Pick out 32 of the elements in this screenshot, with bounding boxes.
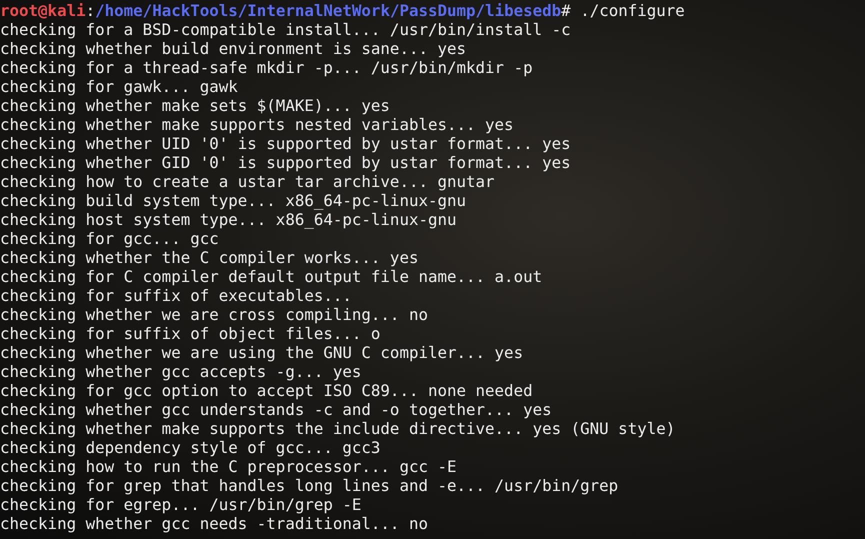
output-line: checking build system type... x86_64-pc-linux-gnu: [0, 191, 466, 210]
output-line: checking for gawk... gawk: [0, 77, 238, 96]
output-line: checking whether make sets $(MAKE)... yes: [0, 96, 390, 115]
prompt-user: root@kali: [0, 1, 86, 20]
output-line: checking for egrep... /usr/bin/grep -E: [0, 495, 362, 514]
output-line: checking for a thread-safe mkdir -p... /usr/bin/mkdir -p: [0, 58, 533, 77]
output-line: checking whether we are using the GNU C compiler... yes: [0, 343, 524, 362]
output-line: checking for a BSD-compatible install... /usr/bin/install -c: [0, 20, 571, 39]
prompt-symbol: #: [561, 1, 571, 20]
prompt-separator: :: [86, 1, 96, 20]
output-line: checking for suffix of object files... o: [0, 324, 380, 343]
output-line: checking host system type... x86_64-pc-linux-gnu: [0, 210, 457, 229]
output-line: checking for gcc... gcc: [0, 229, 219, 248]
prompt-path: /home/HackTools/InternalNetWork/PassDump/libesedb: [95, 1, 562, 20]
output-line: checking whether UID '0' is supported by ustar format... yes: [0, 134, 571, 153]
output-line: checking whether GID '0' is supported by ustar format... yes: [0, 153, 571, 172]
output-line: checking for gcc option to accept ISO C89... none needed: [0, 381, 533, 400]
output-line: checking how to run the C preprocessor... gcc -E: [0, 457, 457, 476]
output-line: checking whether make supports nested variables... yes: [0, 115, 514, 134]
output-line: checking whether gcc understands -c and -o together... yes: [0, 400, 552, 419]
output-line: checking whether the C compiler works... yes: [0, 248, 418, 267]
output-line: checking for grep that handles long lines and -e... /usr/bin/grep: [0, 476, 618, 495]
output-line: checking whether we are cross compiling... no: [0, 305, 428, 324]
output-line: checking whether gcc needs -traditional... no: [0, 514, 428, 533]
output-line: checking for C compiler default output file name... a.out: [0, 267, 542, 286]
output-line: checking whether make supports the include directive... yes (GNU style): [0, 419, 676, 438]
output-line: checking whether gcc accepts -g... yes: [0, 362, 362, 381]
command-text: ./configure: [580, 1, 685, 20]
output-line: checking whether build environment is sane... yes: [0, 39, 466, 58]
output-line: checking how to create a ustar tar archive... gnutar: [0, 172, 495, 191]
output-line: checking for suffix of executables...: [0, 286, 352, 305]
output-line: checking dependency style of gcc... gcc3: [0, 438, 380, 457]
